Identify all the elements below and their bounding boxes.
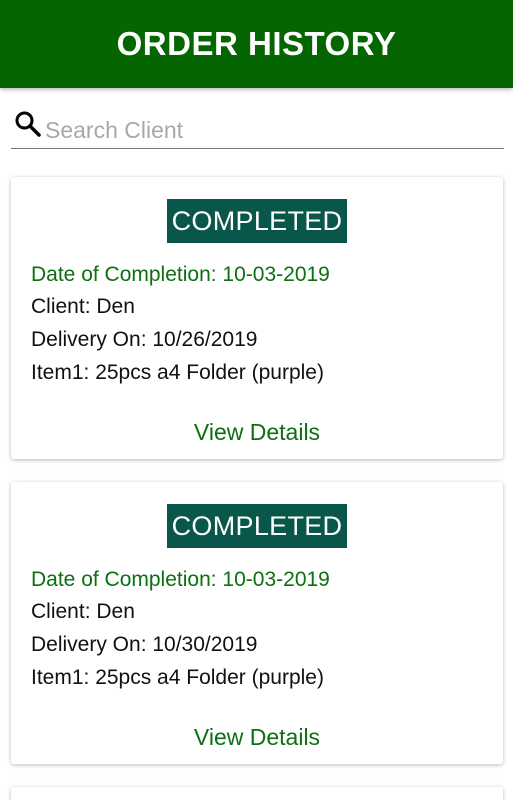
order-item: Item1: 25pcs a4 Folder (purple) [31, 361, 324, 384]
delivery-date: Delivery On: 10/30/2019 [31, 633, 258, 656]
page-title: ORDER HISTORY [116, 25, 397, 62]
search-input[interactable] [45, 116, 485, 144]
client-name: Client: Den [31, 600, 135, 623]
order-card: COMPLETED Date of Completion: 10-03-2019… [11, 482, 503, 764]
completion-date: Date of Completion: 10-03-2019 [31, 263, 330, 286]
search-icon[interactable] [13, 109, 43, 139]
view-details-button[interactable]: View Details [11, 724, 503, 751]
view-details-button[interactable]: View Details [11, 419, 503, 446]
status-badge: COMPLETED [167, 199, 347, 243]
status-badge: COMPLETED [167, 504, 347, 548]
search-bar [11, 108, 504, 149]
client-name: Client: Den [31, 295, 135, 318]
delivery-date: Delivery On: 10/26/2019 [31, 328, 258, 351]
order-card-partial [11, 787, 503, 800]
order-history-screen: ORDER HISTORY COMPLETED Date of Completi… [0, 0, 513, 800]
completion-date: Date of Completion: 10-03-2019 [31, 568, 330, 591]
app-bar: ORDER HISTORY [0, 0, 513, 88]
order-card: COMPLETED Date of Completion: 10-03-2019… [11, 177, 503, 459]
order-item: Item1: 25pcs a4 Folder (purple) [31, 666, 324, 689]
